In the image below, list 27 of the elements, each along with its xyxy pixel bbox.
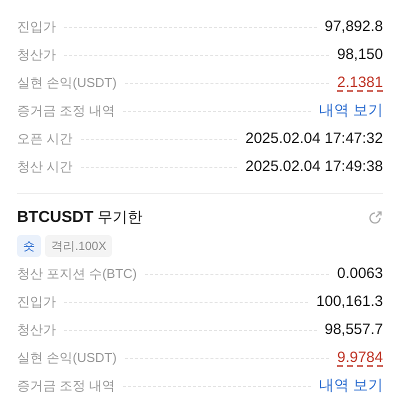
row-label: 증거금 조정 내역 <box>17 377 116 396</box>
row-value: 0.0063 <box>337 264 383 284</box>
row-value: 100,161.3 <box>316 292 383 312</box>
row-value: 98,150 <box>337 44 383 65</box>
side-tag: 숏 <box>17 235 41 257</box>
row-label: 진입가 <box>17 293 56 312</box>
row-value: 98,557.7 <box>324 320 383 340</box>
row-value: 97,892.8 <box>324 16 383 37</box>
view-history-link[interactable]: 내역 보기 <box>318 374 383 398</box>
row-label: 청산 시간 <box>17 158 73 176</box>
share-icon[interactable] <box>367 210 383 226</box>
row-label: 오픈 시간 <box>17 130 73 148</box>
row-label: 증거금 조정 내역 <box>17 102 116 120</box>
margin-tag: 격리.100X <box>45 235 112 257</box>
row-label: 진입가 <box>17 18 56 36</box>
profit-value: 9.9784 <box>337 348 383 368</box>
symbol-title: BTCUSDT <box>17 208 94 228</box>
row-label: 실현 손익(USDT) <box>17 349 117 368</box>
row-label: 청산가 <box>17 321 56 340</box>
contract-type: 무기한 <box>97 208 142 228</box>
row-value: 2025.02.04 17:49:38 <box>245 156 383 177</box>
row-label: 청산 포지션 수(BTC) <box>17 265 137 284</box>
row-label: 청산가 <box>17 46 56 64</box>
row-label: 실현 손익(USDT) <box>17 74 117 92</box>
row-value: 2025.02.04 17:47:32 <box>245 128 383 149</box>
profit-value: 2.1381 <box>337 72 383 93</box>
view-history-link[interactable]: 내역 보기 <box>318 100 383 122</box>
